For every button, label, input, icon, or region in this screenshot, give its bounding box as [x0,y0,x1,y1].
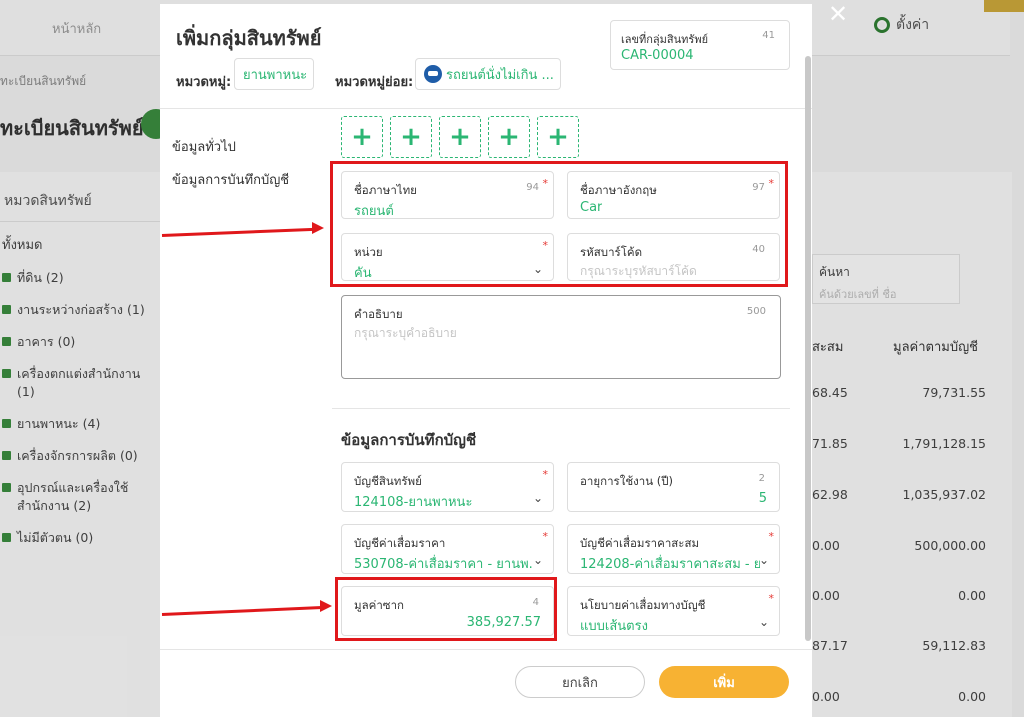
chevron-down-icon: ⌄ [311,67,313,81]
asset-account-value: 124108-ยานพาหนะ [354,495,473,510]
char-counter: 2 [758,473,765,484]
required-mark: * [768,177,775,190]
barcode-placeholder: กรุณาระบุรหัสบาร์โค้ด [580,264,697,278]
required-mark: * [542,468,549,481]
required-mark: * [542,239,549,252]
chevron-down-icon: ⌄ [532,491,543,505]
useful-life-field[interactable]: อายุการใช้งาน (ปี) 2 5 [567,462,780,512]
depreciation-policy-select[interactable]: นโยบายค่าเสื่อมทางบัญชี * แบบเส้นตรง ⌄ [567,586,780,636]
chevron-down-icon: ⌄ [758,615,769,629]
add-image-button[interactable]: + [537,116,579,158]
salvage-value-field[interactable]: มูลค่าซาก 4 385,927.57 [341,586,554,636]
useful-life-label: อายุการใช้งาน (ปี) [580,474,673,488]
unit-select[interactable]: หน่วย * คัน ⌄ [341,233,554,281]
annotation-arrow-head [312,222,324,234]
char-counter: 500 [746,306,766,317]
english-name-label: ชื่อภาษาอังกฤษ [580,183,657,197]
barcode-label: รหัสบาร์โค้ด [580,245,643,259]
subcategory-select[interactable]: รถยนต์นั่งไม่เกิน ... ⌄ [415,58,561,90]
unit-value: คัน [354,266,372,281]
accounting-section-title: ข้อมูลการบันทึกบัญชี [341,431,477,449]
add-image-button[interactable]: + [488,116,530,158]
category-value: ยานพาหนะ [243,67,308,83]
asset-group-number-value: CAR-00004 [621,48,694,63]
asset-account-label: บัญชีสินทรัพย์ [354,474,422,488]
cancel-button[interactable]: ยกเลิก [515,666,645,698]
car-icon [424,65,442,83]
description-label: คำอธิบาย [354,307,403,321]
thai-name-value: รถยนต์ [354,204,394,219]
close-icon[interactable]: ✕ [828,2,848,26]
nav-accounting-info[interactable]: ข้อมูลการบันทึกบัญชี [172,169,289,190]
required-mark: * [768,592,775,605]
depreciation-policy-label: นโยบายค่าเสื่อมทางบัญชี [580,598,706,612]
useful-life-value: 5 [758,491,767,506]
chevron-down-icon: ⌄ [532,553,543,567]
section-nav: ข้อมูลทั่วไป ข้อมูลการบันทึกบัญชี [172,136,289,202]
footer-divider [160,649,812,650]
char-counter: 41 [762,30,775,41]
scrollbar[interactable] [805,56,811,641]
add-image-button[interactable]: + [390,116,432,158]
chevron-down-icon: ⌄ [558,67,560,81]
add-button[interactable]: เพิ่ม [659,666,789,698]
chevron-down-icon: ⌄ [532,262,543,276]
thai-name-field[interactable]: ชื่อภาษาไทย 94 * รถยนต์ [341,171,554,219]
char-counter: 4 [532,597,539,608]
annotation-arrow-head [320,600,332,612]
subcategory-label: หมวดหมู่ย่อย: [335,75,414,90]
unit-label: หน่วย [354,245,383,259]
char-counter: 94 [526,182,539,193]
modal-title: เพิ่มกลุ่มสินทรัพย์ [176,26,322,50]
english-name-value: Car [580,200,603,215]
category-label: หมวดหมู่: [176,75,232,90]
required-mark: * [542,177,549,190]
char-counter: 40 [752,244,765,255]
subcategory-value: รถยนต์นั่งไม่เกิน ... [446,67,554,83]
thai-name-label: ชื่อภาษาไทย [354,183,417,197]
header-divider [160,108,812,109]
asset-account-select[interactable]: บัญชีสินทรัพย์ * 124108-ยานพาหนะ ⌄ [341,462,554,512]
nav-general-info[interactable]: ข้อมูลทั่วไป [172,136,289,157]
accumulated-depreciation-account-select[interactable]: บัญชีค่าเสื่อมราคาสะสม * 124208-ค่าเสื่อ… [567,524,780,574]
depreciation-account-label: บัญชีค่าเสื่อมราคา [354,536,446,550]
chevron-down-icon: ⌄ [758,553,769,567]
required-mark: * [542,530,549,543]
category-select[interactable]: ยานพาหนะ ⌄ [234,58,314,90]
asset-group-number-label: เลขที่กลุ่มสินทรัพย์ [621,33,709,46]
description-field[interactable]: คำอธิบาย 500 กรุณาระบุคำอธิบาย [341,295,781,379]
salvage-value: 385,927.57 [466,615,541,630]
depreciation-policy-value: แบบเส้นตรง [580,619,648,634]
asset-group-number-field[interactable]: เลขที่กลุ่มสินทรัพย์ 41 CAR-00004 [610,20,790,70]
section-divider [332,408,790,409]
description-placeholder: กรุณาระบุคำอธิบาย [354,326,457,340]
add-image-button[interactable]: + [439,116,481,158]
english-name-field[interactable]: ชื่อภาษาอังกฤษ 97 * Car [567,171,780,219]
salvage-value-label: มูลค่าซาก [354,598,405,612]
char-counter: 97 [752,182,765,193]
depreciation-account-value: 530708-ค่าเสื่อมราคา - ยานพ... [354,557,534,572]
required-mark: * [768,530,775,543]
accumulated-depreciation-value: 124208-ค่าเสื่อมราคาสะสม - ย... [580,557,760,572]
add-image-button[interactable]: + [341,116,383,158]
accumulated-depreciation-label: บัญชีค่าเสื่อมราคาสะสม [580,536,700,550]
depreciation-account-select[interactable]: บัญชีค่าเสื่อมราคา * 530708-ค่าเสื่อมราค… [341,524,554,574]
barcode-field[interactable]: รหัสบาร์โค้ด 40 กรุณาระบุรหัสบาร์โค้ด [567,233,780,281]
